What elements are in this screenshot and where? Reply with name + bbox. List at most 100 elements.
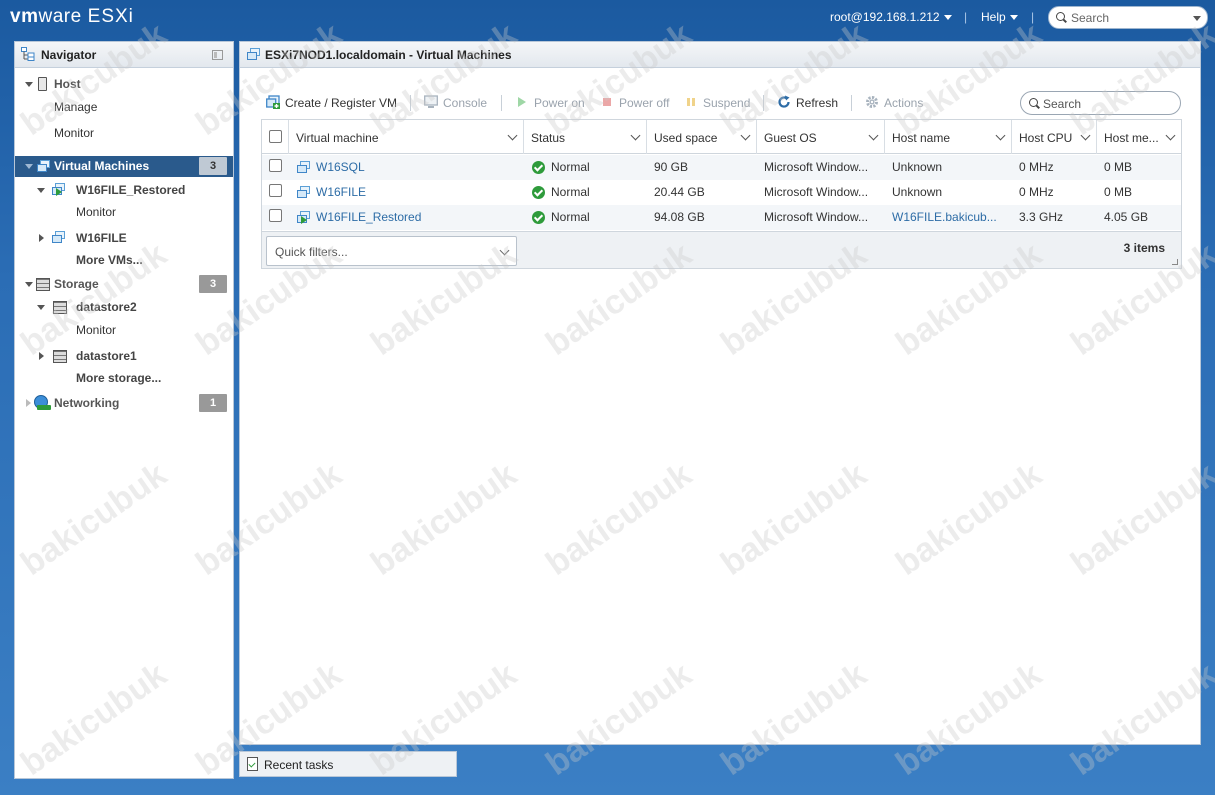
expand-right-icon[interactable] bbox=[26, 399, 31, 407]
host-cpu-cell: 0 MHz bbox=[1012, 180, 1097, 205]
nav-host-manage[interactable]: Manage bbox=[15, 97, 233, 117]
host-memory-cell: 0 MB bbox=[1097, 180, 1181, 205]
vm-name-link[interactable]: W16SQL bbox=[316, 160, 365, 174]
expand-down-icon[interactable] bbox=[25, 164, 33, 169]
vm-search-input[interactable]: Search bbox=[1020, 91, 1181, 115]
host-cpu-text: 0 MHz bbox=[1019, 185, 1054, 199]
nav-virtual-machines[interactable]: Virtual Machines 3 bbox=[15, 156, 233, 177]
nav-datastore1[interactable]: datastore1 bbox=[15, 346, 233, 366]
column-header-guest-os[interactable]: Guest OS bbox=[757, 120, 885, 154]
nav-vm-w16file-restored[interactable]: W16FILE_Restored bbox=[15, 180, 233, 200]
nav-vm-label: W16FILE_Restored bbox=[76, 183, 186, 197]
vm-name-link[interactable]: W16FILE_Restored bbox=[316, 210, 421, 224]
vm-name-link[interactable]: W16FILE bbox=[316, 185, 366, 199]
nav-host[interactable]: Host bbox=[15, 74, 233, 94]
vm-name-cell[interactable]: W16FILE bbox=[289, 180, 524, 205]
expand-down-icon[interactable] bbox=[25, 82, 33, 87]
table-footer: Quick filters... 3 items bbox=[262, 231, 1181, 268]
nav-vm-w16file-restored-monitor[interactable]: Monitor bbox=[15, 202, 233, 222]
host-name-cell: Unknown bbox=[885, 180, 1012, 205]
column-header-host-memory[interactable]: Host me... bbox=[1097, 120, 1181, 154]
refresh-label: Refresh bbox=[796, 96, 839, 110]
expand-right-icon[interactable] bbox=[39, 234, 44, 242]
expand-down-icon[interactable] bbox=[37, 305, 45, 310]
expand-right-icon[interactable] bbox=[39, 352, 44, 360]
column-header-host-cpu[interactable]: Host CPU bbox=[1012, 120, 1097, 154]
nav-datastore2-monitor[interactable]: Monitor bbox=[15, 320, 233, 340]
refresh-icon bbox=[778, 95, 790, 108]
user-menu[interactable]: root@192.168.1.212 bbox=[830, 10, 952, 24]
row-select-cell bbox=[262, 205, 289, 230]
user-label: root@192.168.1.212 bbox=[830, 10, 940, 24]
row-checkbox[interactable] bbox=[269, 159, 282, 172]
nav-networking-label: Networking bbox=[54, 396, 120, 410]
chevron-down-icon[interactable] bbox=[740, 130, 751, 141]
host-cpu-text: 3.3 GHz bbox=[1019, 210, 1064, 224]
column-header-label: Guest OS bbox=[764, 131, 817, 145]
host-name-link[interactable]: W16FILE.bakicub... bbox=[892, 210, 997, 224]
chevron-down-icon[interactable] bbox=[995, 130, 1006, 141]
resize-handle-icon[interactable] bbox=[1172, 259, 1178, 265]
nav-datastore-label: datastore1 bbox=[76, 349, 137, 363]
check-circle-icon bbox=[532, 211, 545, 224]
expand-down-icon[interactable] bbox=[37, 188, 45, 193]
nav-storage-label: Storage bbox=[54, 277, 99, 291]
host-memory-cell: 4.05 GB bbox=[1097, 205, 1181, 230]
host-name-cell[interactable]: W16FILE.bakicub... bbox=[885, 205, 1012, 230]
navigator-icon bbox=[21, 47, 35, 61]
used-space-text: 90 GB bbox=[654, 160, 689, 174]
nav-host-monitor[interactable]: Monitor bbox=[15, 123, 233, 143]
help-menu[interactable]: Help bbox=[981, 10, 1018, 24]
divider: | bbox=[1031, 10, 1035, 24]
used-space-text: 20.44 GB bbox=[654, 185, 705, 199]
vm-name-cell[interactable]: W16SQL bbox=[289, 155, 524, 180]
nav-vm-w16file[interactable]: W16FILE bbox=[15, 228, 233, 248]
select-all-checkbox[interactable] bbox=[269, 130, 282, 143]
navigator-panel: Navigator Host Manage Monitor Virtual Ma… bbox=[14, 41, 234, 779]
nav-storage[interactable]: Storage 3 bbox=[15, 274, 233, 294]
column-header-status[interactable]: Status bbox=[524, 120, 647, 154]
chevron-down-icon bbox=[943, 15, 952, 21]
nav-more-storage-label: More storage... bbox=[76, 371, 162, 385]
used-space-text: 94.08 GB bbox=[654, 210, 705, 224]
expand-down-icon[interactable] bbox=[25, 282, 33, 287]
power-off-label: Power off bbox=[619, 96, 670, 110]
quick-filters-select[interactable]: Quick filters... bbox=[266, 236, 517, 266]
column-header-used-space[interactable]: Used space bbox=[647, 120, 757, 154]
chevron-down-icon[interactable] bbox=[507, 130, 518, 141]
chevron-down-icon[interactable] bbox=[630, 130, 641, 141]
global-search-input[interactable]: Search bbox=[1048, 6, 1208, 29]
column-header-host-name[interactable]: Host name bbox=[885, 120, 1012, 154]
status-cell: Normal bbox=[524, 205, 647, 230]
recent-tasks-tab[interactable]: Recent tasks bbox=[239, 751, 457, 777]
help-label: Help bbox=[981, 10, 1006, 24]
vm-count-badge: 3 bbox=[199, 157, 227, 175]
column-header-label: Used space bbox=[654, 131, 718, 145]
row-checkbox[interactable] bbox=[269, 184, 282, 197]
column-header-virtual-machine[interactable]: Virtual machine bbox=[289, 120, 524, 154]
chevron-down-icon[interactable] bbox=[1193, 16, 1201, 21]
vm-icon bbox=[297, 186, 311, 199]
console-label: Console bbox=[443, 96, 488, 110]
nav-datastore2[interactable]: datastore2 bbox=[15, 297, 233, 317]
collapse-icon[interactable] bbox=[212, 50, 223, 60]
nav-more-storage[interactable]: More storage... bbox=[15, 368, 233, 388]
status-text: Normal bbox=[551, 185, 590, 199]
column-header-label: Host me... bbox=[1104, 131, 1159, 145]
row-checkbox[interactable] bbox=[269, 209, 282, 222]
host-icon bbox=[38, 77, 47, 91]
nav-host-monitor-label: Monitor bbox=[54, 126, 95, 140]
nav-more-vms[interactable]: More VMs... bbox=[15, 250, 233, 270]
table-row[interactable]: W16SQL Normal 90 GB Microsoft Window... … bbox=[262, 155, 1181, 180]
items-count: 3 items bbox=[1123, 241, 1165, 255]
vm-name-cell[interactable]: W16FILE_Restored bbox=[289, 205, 524, 230]
nav-networking[interactable]: Networking 1 bbox=[15, 393, 233, 413]
chevron-down-icon[interactable] bbox=[1080, 130, 1091, 141]
chevron-down-icon[interactable] bbox=[868, 130, 879, 141]
chevron-down-icon[interactable] bbox=[1165, 130, 1176, 141]
table-row[interactable]: W16FILE Normal 20.44 GB Microsoft Window… bbox=[262, 180, 1181, 205]
guest-os-cell: Microsoft Window... bbox=[757, 155, 885, 180]
table-row[interactable]: W16FILE_Restored Normal 94.08 GB Microso… bbox=[262, 205, 1181, 230]
create-register-vm-label: Create / Register VM bbox=[285, 96, 398, 110]
guest-os-text: Microsoft Window... bbox=[764, 185, 869, 199]
